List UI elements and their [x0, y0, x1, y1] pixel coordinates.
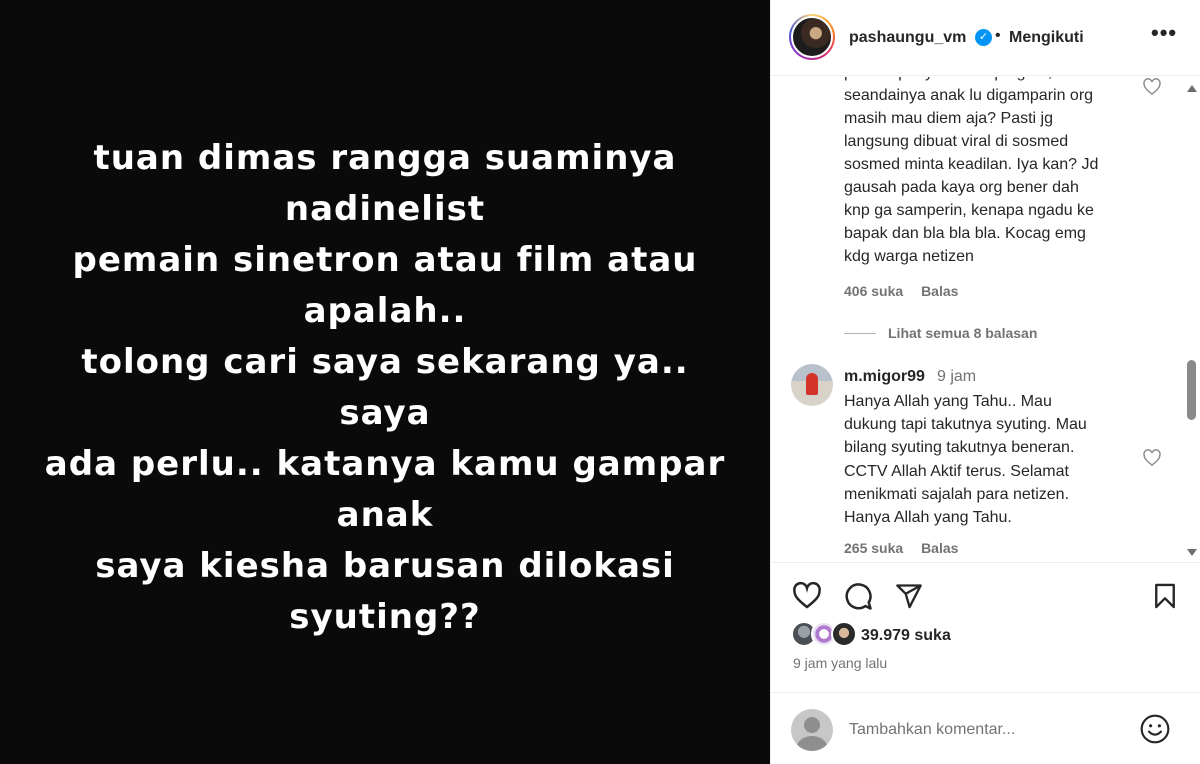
add-comment-bar	[771, 692, 1200, 764]
commenter-avatar[interactable]	[791, 364, 833, 406]
current-user-avatar	[791, 709, 833, 751]
bookmark-icon[interactable]	[1149, 580, 1181, 612]
comments-list[interactable]: pernah punya anak apa gmn, seandainya an…	[771, 77, 1200, 560]
scroll-down-arrow-icon[interactable]	[1187, 549, 1197, 556]
reply-comment-meta: 406 suka Balas	[844, 283, 972, 299]
scroll-up-arrow-icon[interactable]	[1187, 85, 1197, 92]
reply-likes-count[interactable]: 406 suka	[844, 283, 903, 299]
heart-icon[interactable]	[791, 580, 823, 612]
post-header: pashaungu_vm ✓ • Mengikuti •••	[771, 0, 1200, 76]
comment-icon[interactable]	[842, 580, 874, 612]
like-comment-heart-icon[interactable]	[1142, 448, 1162, 468]
liker-avatar	[831, 621, 857, 647]
emoji-icon[interactable]	[1139, 713, 1171, 745]
comment-reply-button[interactable]: Balas	[921, 540, 958, 556]
comments-scrollbar[interactable]	[1183, 77, 1197, 560]
reply-comment-text: pernah punya anak apa gmn, seandainya an…	[844, 77, 1099, 265]
separator-dot: •	[995, 27, 1001, 44]
comment-likes-count[interactable]: 265 suka	[844, 540, 903, 556]
post-image-text: tuan dimas rangga suaminya nadinelist pe…	[44, 138, 726, 637]
comment-timestamp: 9 jam	[937, 368, 977, 385]
view-all-replies-button[interactable]: Lihat semua 8 balasan	[844, 325, 1037, 341]
scroll-thumb[interactable]	[1187, 360, 1196, 420]
post-actions: 39.979 suka 9 jam yang lalu	[771, 562, 1200, 692]
share-icon[interactable]	[893, 580, 925, 612]
add-comment-input[interactable]	[849, 717, 1129, 743]
comment-meta: 265 suka Balas	[844, 540, 972, 556]
like-comment-heart-icon[interactable]	[1142, 77, 1162, 97]
reply-reply-button[interactable]: Balas	[921, 283, 958, 299]
comment-text: Hanya Allah yang Tahu.. Mau dukung tapi …	[844, 393, 1087, 527]
view-replies-label: Lihat semua 8 balasan	[888, 325, 1038, 341]
profile-avatar[interactable]	[789, 14, 835, 60]
commenter-username[interactable]: m.migor99	[844, 368, 925, 386]
post-likes-count[interactable]: 39.979 suka	[861, 627, 951, 645]
post-detail-panel: pashaungu_vm ✓ • Mengikuti ••• pernah pu…	[770, 0, 1200, 764]
post-image[interactable]: tuan dimas rangga suaminya nadinelist pe…	[0, 0, 770, 764]
following-button[interactable]: Mengikuti	[1009, 29, 1084, 47]
verified-badge-icon: ✓	[975, 29, 992, 46]
profile-username[interactable]: pashaungu_vm	[849, 29, 966, 47]
replies-divider-line	[844, 332, 876, 334]
post-timestamp: 9 jam yang lalu	[793, 655, 888, 671]
more-options-icon[interactable]: •••	[1151, 20, 1177, 46]
